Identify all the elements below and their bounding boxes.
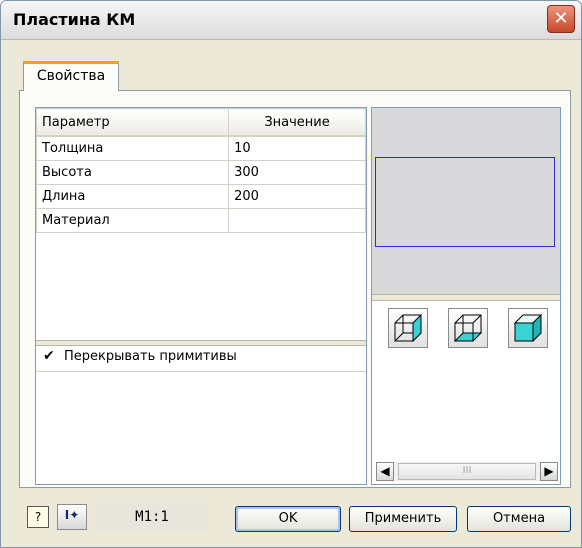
solid-cube-icon (513, 313, 543, 343)
table-row[interactable]: Длина 200 (35, 184, 366, 209)
scroll-left-button[interactable]: ◀ (376, 462, 394, 481)
value-cell[interactable]: 200 (228, 184, 366, 209)
help-icon: ? (34, 510, 42, 524)
close-button[interactable]: ✕ (547, 5, 575, 33)
snap-cursor-button[interactable]: I✦ (57, 504, 87, 530)
param-cell: Материал (35, 208, 230, 233)
param-cell: Длина (35, 184, 230, 209)
chevron-right-icon: ▶ (544, 464, 554, 478)
overlap-primitives-label: Перекрывать примитивы (64, 349, 237, 364)
ok-button[interactable]: OK (235, 506, 341, 532)
preview-panel: ◀ III ▶ (371, 107, 561, 485)
window-title: Пластина КМ (13, 10, 136, 29)
value-cell[interactable]: 300 (228, 160, 366, 185)
apply-button-label: Применить (364, 511, 442, 526)
column-header-value[interactable]: Значение (228, 108, 366, 137)
view-bottom-button[interactable] (448, 308, 488, 348)
properties-panel: Параметр Значение Толщина 10 Высота 300 … (35, 107, 367, 485)
preview-splitter[interactable] (372, 294, 560, 301)
chevron-left-icon: ◀ (380, 464, 390, 478)
dialog-window: Пластина КМ ✕ Свойства Параметр Значение… (0, 0, 582, 548)
bottom-face-cube-icon (453, 314, 483, 342)
title-bar[interactable]: Пластина КМ ✕ (1, 1, 581, 40)
scroll-right-button[interactable]: ▶ (540, 462, 558, 481)
tab-properties[interactable]: Свойства (23, 61, 119, 91)
grip-icon: III (462, 465, 472, 476)
view-solid-button[interactable] (508, 308, 548, 348)
view-wireframe-button[interactable] (388, 308, 428, 348)
properties-table: Параметр Значение Толщина 10 Высота 300 … (35, 108, 366, 233)
table-row[interactable]: Материал (35, 208, 366, 233)
param-cell: Толщина (35, 135, 230, 161)
cancel-button-label: Отмена (492, 511, 546, 526)
wireframe-cube-icon (394, 313, 422, 343)
ok-button-label: OK (278, 511, 298, 526)
value-cell[interactable] (228, 208, 366, 233)
horizontal-scrollbar[interactable]: ◀ III ▶ (376, 462, 558, 481)
table-row[interactable]: Высота 300 (35, 160, 366, 185)
table-row[interactable]: Толщина 10 (35, 135, 366, 161)
overlap-primitives-option[interactable]: ✔ Перекрывать примитивы (36, 345, 366, 372)
value-cell[interactable]: 10 (228, 135, 366, 161)
column-header-parameter[interactable]: Параметр (35, 108, 230, 137)
close-icon: ✕ (553, 8, 569, 29)
scale-indicator: M1:1 (97, 503, 207, 531)
table-header-row: Параметр Значение (35, 108, 366, 137)
tab-properties-label: Свойства (36, 68, 106, 84)
param-cell: Высота (35, 160, 230, 185)
scale-value: M1:1 (135, 509, 169, 525)
apply-button[interactable]: Применить (349, 506, 457, 532)
plate-outline (375, 157, 555, 247)
cursor-icon: I✦ (64, 508, 80, 522)
scroll-thumb[interactable]: III (398, 463, 536, 480)
help-button[interactable]: ? (27, 506, 49, 528)
preview-area (372, 108, 560, 294)
cancel-button[interactable]: Отмена (467, 506, 571, 532)
checkmark-icon[interactable]: ✔ (43, 348, 55, 364)
